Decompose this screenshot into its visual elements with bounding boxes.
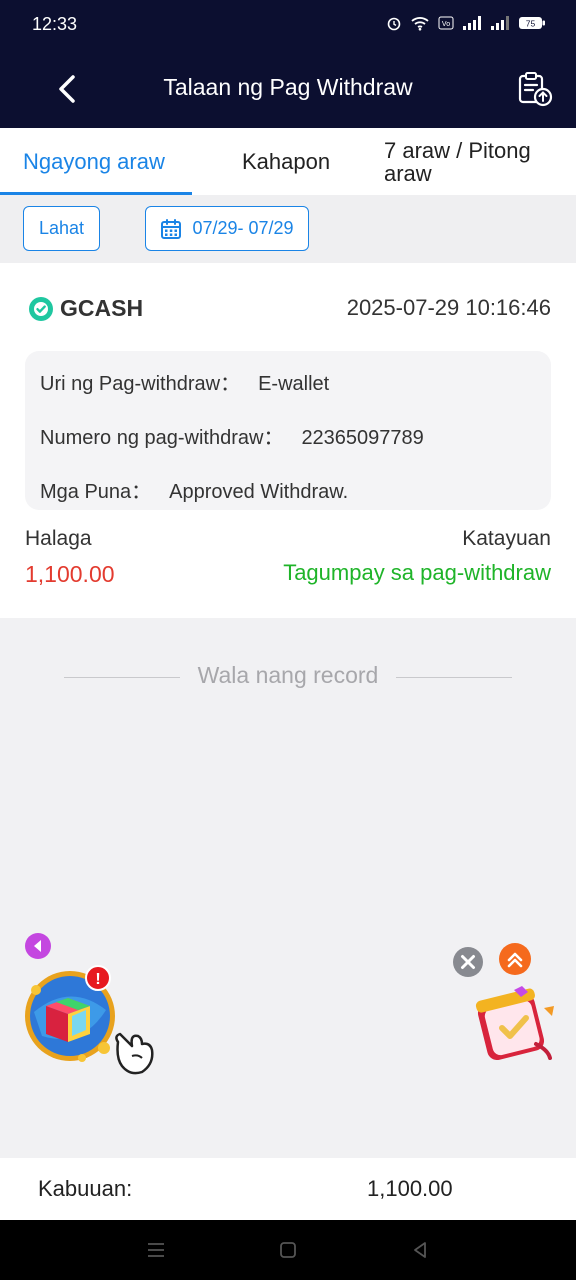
date-range-label: 07/29- 07/29 (192, 218, 294, 238)
calendar-icon (161, 218, 182, 239)
status-label: Katayuan (462, 527, 551, 550)
battery-icon: 75 (519, 17, 545, 29)
system-nav-bar (0, 1220, 576, 1280)
divider-right (396, 677, 512, 678)
svg-text:75: 75 (526, 18, 536, 28)
no-more-records: Wala nang record (0, 660, 576, 694)
checkin-calendar-promo-icon[interactable] (474, 984, 560, 1066)
tab-today[interactable]: Ngayong araw (23, 128, 165, 195)
detail-key: Mga Puna： (40, 481, 152, 503)
total-label: Kabuuan: (38, 1176, 133, 1201)
menu-icon[interactable] (144, 1238, 168, 1262)
detail-value: 22365097789 (301, 427, 424, 449)
signal-2-icon (491, 16, 509, 30)
date-range-button[interactable]: 07/29- 07/29 (145, 206, 309, 251)
app-header: Talaan ng Pag Withdraw (0, 50, 576, 128)
svg-text:!: ! (95, 971, 100, 988)
payment-brand: GCASH (28, 295, 143, 322)
gcash-logo-icon (29, 296, 53, 321)
home-icon[interactable] (276, 1238, 300, 1262)
detail-row-number: Numero ng pag-withdraw： 22365097789 (40, 421, 424, 450)
svg-text:Vo: Vo (442, 21, 450, 28)
tab-seven-days[interactable]: 7 araw / Pitong araw (384, 128, 554, 195)
detail-key: Numero ng pag-withdraw： (40, 427, 284, 449)
wifi-icon (411, 17, 429, 31)
scroll-top-icon[interactable] (498, 942, 532, 976)
record-details: Uri ng Pag-withdraw： E-wallet Numero ng p… (25, 351, 551, 510)
record-upload-icon[interactable] (516, 70, 554, 108)
withdraw-record-card[interactable]: GCASH 2025-07-29 10:16:46 Uri ng Pag-wit… (0, 263, 576, 618)
filter-all-button[interactable]: Lahat (23, 206, 100, 251)
page-title: Talaan ng Pag Withdraw (163, 74, 413, 100)
detail-value: Approved Withdraw. (169, 481, 349, 503)
collapse-widget-icon[interactable] (24, 932, 52, 960)
signal-1-icon (463, 16, 481, 30)
detail-key: Uri ng Pag-withdraw： (40, 373, 241, 395)
no-more-records-text: Wala nang record (197, 662, 379, 688)
close-icon[interactable] (452, 946, 484, 978)
alarm-icon (387, 17, 401, 31)
tab-yesterday[interactable]: Kahapon (242, 128, 330, 195)
status-bar: 12:33 Vo 75 (0, 0, 576, 50)
detail-row-type: Uri ng Pag-withdraw： E-wallet (40, 367, 329, 396)
status-time: 12:33 (32, 14, 78, 34)
back-nav-icon[interactable] (408, 1238, 432, 1262)
detail-value: E-wallet (258, 373, 330, 395)
status-value: Tagumpay sa pag-withdraw (283, 560, 551, 585)
amount-value: 1,100.00 (25, 561, 115, 587)
filter-bar: Lahat 07/29- 07/29 (0, 195, 576, 263)
total-value: 1,100.00 (367, 1176, 453, 1201)
detail-row-remarks: Mga Puna： Approved Withdraw. (40, 475, 348, 504)
mystery-box-promo-icon[interactable]: ! (22, 962, 167, 1080)
filter-all-label: Lahat (38, 218, 85, 238)
record-datetime: 2025-07-29 10:16:46 (346, 295, 551, 320)
total-bar: Kabuuan: 1,100.00 (0, 1158, 576, 1220)
date-tabs: Ngayong araw Kahapon 7 araw / Pitong ara… (0, 128, 576, 195)
amount-label: Halaga (25, 527, 92, 550)
status-icons: Vo 75 (386, 15, 546, 31)
volte-icon: Vo (438, 16, 454, 30)
payment-brand-name: GCASH (60, 295, 144, 321)
